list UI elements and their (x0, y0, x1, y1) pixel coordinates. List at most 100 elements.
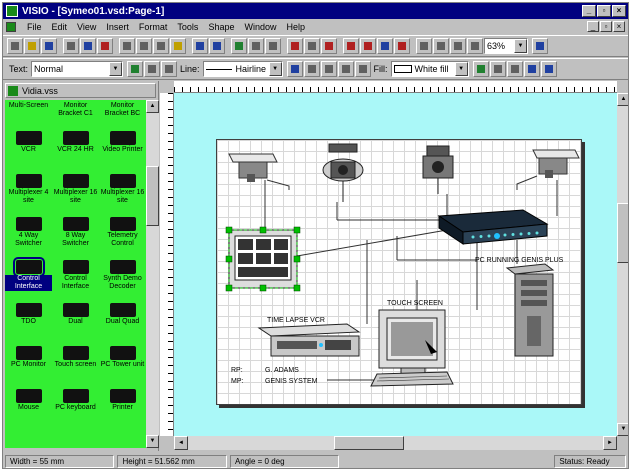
zoom-dropdown-icon[interactable]: ▼ (514, 39, 527, 53)
line-style-combo[interactable]: Hairline ▼ (202, 61, 283, 77)
maximize-button[interactable]: ▫ (597, 5, 611, 17)
doc-minimize-button[interactable]: _ (587, 21, 599, 32)
stencil-master[interactable]: 8 Way Switcher (52, 215, 99, 256)
stamp-tool-icon[interactable] (467, 38, 483, 54)
stencil-master[interactable]: Multiplexer 16 site (52, 172, 99, 213)
zoom-combo[interactable]: 63% ▼ (484, 38, 528, 54)
style-icon[interactable] (127, 61, 144, 77)
document-icon[interactable] (6, 22, 16, 32)
open-icon[interactable] (24, 38, 40, 54)
drawing-vertical-scrollbar[interactable]: ▲ ▼ (617, 93, 628, 436)
doc-close-button[interactable]: × (613, 21, 625, 32)
italic-icon[interactable] (540, 61, 557, 77)
redo-icon[interactable] (209, 38, 225, 54)
stencil-master[interactable]: VCR 24 HR (52, 129, 99, 170)
copy-icon[interactable] (136, 38, 152, 54)
dome-camera-right[interactable] (516, 149, 580, 190)
insert-picture-icon[interactable] (231, 38, 247, 54)
help-icon[interactable] (532, 38, 548, 54)
stencil-master[interactable]: Mouse (5, 387, 52, 428)
menu-shape[interactable]: Shape (203, 22, 239, 32)
pointer-tool-icon[interactable] (416, 38, 432, 54)
menu-tools[interactable]: Tools (172, 22, 203, 32)
drawing-canvas[interactable]: PC RUNNING GENIS PLUS TIME LAPSE VCR TOU… (174, 93, 617, 436)
stencil-master[interactable]: TDO (5, 301, 52, 342)
stencil-scrollbar[interactable]: ▲ ▼ (146, 100, 159, 448)
text-style-combo[interactable]: Normal ▼ (31, 61, 124, 77)
fill-style-combo[interactable]: White fill ▼ (390, 61, 469, 77)
stencil-master[interactable]: Monitor Bracket BC (99, 101, 146, 127)
stencil-title-bar[interactable]: Vidia.vss (5, 83, 156, 98)
stencil-master[interactable]: VCR (5, 129, 52, 170)
pc-keyboard[interactable] (370, 371, 454, 387)
text-style-dropdown-icon[interactable]: ▼ (109, 62, 123, 76)
drawing-scroll-up-icon[interactable]: ▲ (617, 93, 628, 106)
stencil-master[interactable]: Multiplexer 16 site (99, 172, 146, 213)
save-icon[interactable] (41, 38, 57, 54)
menu-window[interactable]: Window (239, 22, 281, 32)
stencil-master[interactable]: PC Tower unit (99, 344, 146, 385)
scroll-right-icon[interactable]: ► (603, 436, 617, 450)
multiplexer-unit[interactable] (437, 209, 549, 245)
line-pattern-icon[interactable] (320, 61, 337, 77)
menu-help[interactable]: Help (281, 22, 310, 32)
send-back-icon[interactable] (304, 38, 320, 54)
fill-pattern-icon[interactable] (489, 61, 506, 77)
rotate-left-icon[interactable] (343, 38, 359, 54)
page-tab-area[interactable] (160, 436, 174, 450)
vertical-ruler[interactable] (160, 93, 174, 436)
touch-screen-monitor[interactable] (378, 309, 446, 375)
drawing-hscroll-thumb[interactable] (334, 436, 404, 450)
ungroup-icon[interactable] (265, 38, 281, 54)
stencil-master[interactable]: Touch screen (52, 344, 99, 385)
stencil-master[interactable]: Control Interface (5, 257, 52, 299)
stencil-master[interactable]: PC keyboard (52, 387, 99, 428)
stencil-master[interactable]: Dual Quad (99, 301, 146, 342)
stencil-master[interactable]: Synth Demo Decoder (99, 258, 146, 299)
align-icon[interactable] (321, 38, 337, 54)
line-color-icon[interactable] (286, 61, 303, 77)
scroll-left-icon[interactable]: ◄ (174, 436, 188, 450)
visio-app-icon[interactable] (6, 5, 18, 17)
fill-style-dropdown-icon[interactable]: ▼ (454, 62, 468, 76)
menu-edit[interactable]: Edit (47, 22, 73, 32)
stencil-master[interactable]: PC Monitor (5, 344, 52, 385)
shadow-icon[interactable] (506, 61, 523, 77)
minimize-button[interactable]: _ (582, 5, 596, 17)
pencil-tool-icon[interactable] (433, 38, 449, 54)
stencil-master[interactable]: Monitor Bracket C1 (52, 101, 99, 127)
selected-monitor[interactable] (225, 226, 301, 292)
stencil-master[interactable]: Dual (52, 301, 99, 342)
dome-camera-left[interactable] (228, 153, 290, 190)
undo-icon[interactable] (192, 38, 208, 54)
group-icon[interactable] (248, 38, 264, 54)
box-camera-center[interactable] (422, 145, 454, 194)
drawing-page[interactable]: PC RUNNING GENIS PLUS TIME LAPSE VCR TOU… (216, 139, 582, 405)
cut-icon[interactable] (119, 38, 135, 54)
stencil-master[interactable]: Telemetry Control (99, 215, 146, 256)
menu-view[interactable]: View (72, 22, 101, 32)
menu-file[interactable]: File (22, 22, 47, 32)
font-size-down-icon[interactable] (161, 61, 178, 77)
drawing-horizontal-scrollbar[interactable]: ◄ ► (174, 436, 617, 450)
stencil-master[interactable]: Multi-Screen (5, 101, 52, 127)
scroll-up-icon[interactable]: ▲ (146, 100, 159, 113)
pc-tower[interactable] (505, 263, 555, 357)
stencil-master[interactable]: Video Printer (99, 129, 146, 170)
drawing-scroll-down-icon[interactable]: ▼ (617, 423, 628, 436)
stencil-master[interactable]: Printer (99, 387, 146, 428)
scroll-down-icon[interactable]: ▼ (146, 435, 159, 448)
format-painter-icon[interactable] (170, 38, 186, 54)
time-lapse-vcr[interactable] (257, 323, 361, 357)
font-size-up-icon[interactable] (144, 61, 161, 77)
drawing-vscroll-thumb[interactable] (617, 203, 628, 263)
ptz-camera[interactable] (322, 143, 364, 202)
menu-format[interactable]: Format (134, 22, 173, 32)
flip-icon[interactable] (377, 38, 393, 54)
fill-color-icon[interactable] (472, 61, 489, 77)
stencil-master[interactable]: Control Interface (52, 258, 99, 299)
new-icon[interactable] (7, 38, 23, 54)
line-ends-icon[interactable] (337, 61, 354, 77)
menu-insert[interactable]: Insert (101, 22, 134, 32)
line-weight-icon[interactable] (303, 61, 320, 77)
